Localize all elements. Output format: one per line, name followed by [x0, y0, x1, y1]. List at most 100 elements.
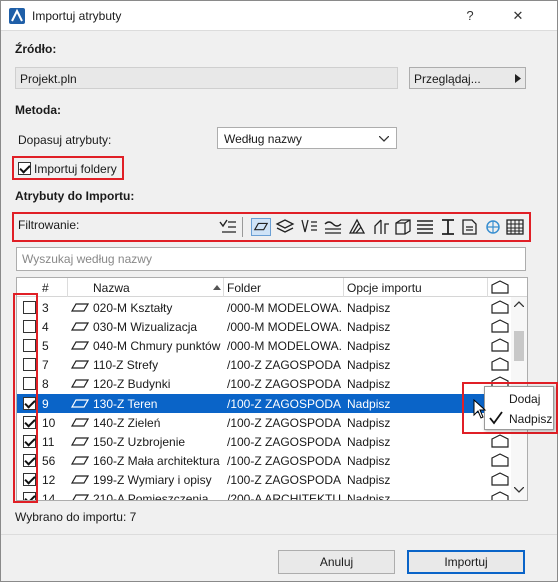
menu-item-dodaj[interactable]: Dodaj	[485, 389, 553, 409]
row-import-option[interactable]: Nadpisz	[347, 416, 390, 430]
row-import-option[interactable]: Nadpisz	[347, 339, 390, 353]
row-number: 14	[42, 492, 56, 501]
select-all-filter-icon[interactable]	[218, 218, 238, 236]
import-button-label: Importuj	[444, 555, 488, 569]
column-number[interactable]: #	[42, 281, 49, 295]
layers-filter-icon[interactable]	[275, 218, 295, 236]
row-name: 199-Z Wymiary i opisy	[93, 472, 212, 487]
markup-styles-filter-icon[interactable]	[460, 218, 480, 236]
search-placeholder: Wyszukaj według nazwy	[22, 252, 152, 266]
help-button[interactable]: ?	[459, 5, 481, 27]
import-option-icon[interactable]	[491, 453, 509, 467]
row-name: 130-Z Teren	[93, 396, 158, 411]
row-number: 3	[42, 301, 49, 315]
column-folder[interactable]: Folder	[227, 281, 261, 295]
line-types-filter-icon[interactable]	[323, 218, 343, 236]
row-import-option[interactable]: Nadpisz	[347, 301, 390, 315]
table-row[interactable]: 12 199-Z Wymiary i opisy/100-Z ZAGOSPODA.…	[17, 470, 511, 489]
table-row[interactable]: 7 110-Z Strefy/100-Z ZAGOSPODA... Nadpisz	[17, 355, 511, 374]
mep-systems-filter-icon[interactable]	[505, 218, 525, 236]
attributes-to-import-label: Atrybuty do Importu:	[15, 189, 135, 203]
scroll-up-icon[interactable]	[514, 301, 524, 307]
row-number: 9	[42, 396, 49, 411]
table-row[interactable]: 11 150-Z Uzbrojenie/100-Z ZAGOSPODA... Nad…	[17, 432, 511, 451]
import-folders-checkbox[interactable]	[18, 162, 31, 175]
menu-item-nadpisz[interactable]: Nadpisz	[485, 409, 553, 429]
source-label: Źródło:	[15, 42, 57, 56]
row-name: 120-Z Budynki	[93, 377, 171, 392]
table-row[interactable]: 3 020-M Kształty/000-M MODELOWA... Nadpisz	[17, 298, 511, 317]
row-number: 4	[42, 320, 49, 335]
layer-icon	[71, 322, 89, 331]
row-import-option[interactable]: Nadpisz	[347, 473, 390, 487]
layer-icon	[72, 494, 89, 500]
filter-label: Filtrowanie:	[18, 218, 80, 232]
row-number: 11	[42, 434, 55, 449]
match-attributes-value: Według nazwy	[224, 132, 302, 146]
layer-icon	[71, 341, 89, 350]
row-name: 150-Z Uzbrojenie	[93, 434, 186, 449]
building-materials-filter-icon[interactable]	[415, 218, 435, 236]
row-folder: /100-Z ZAGOSPODA...	[227, 453, 341, 468]
import-option-icon[interactable]	[491, 338, 509, 352]
scrollbar-thumb[interactable]	[514, 331, 524, 361]
column-name[interactable]: Nazwa	[93, 281, 130, 295]
column-import-options[interactable]: Opcje importu	[347, 281, 422, 295]
row-folder: /100-Z ZAGOSPODA...	[227, 434, 341, 449]
archicad-app-icon	[9, 8, 25, 24]
close-button[interactable]: ✕	[507, 5, 529, 27]
import-option-icon[interactable]	[491, 434, 509, 448]
row-number: 5	[42, 339, 49, 354]
table-header: # Nazwa Folder Opcje importu	[17, 278, 527, 297]
row-folder: /000-M MODELOWA...	[227, 301, 341, 315]
table-row[interactable]: 8 120-Z Budynki/100-Z ZAGOSPODA... Nadpisz	[17, 374, 511, 393]
search-input[interactable]: Wyszukaj według nazwy	[16, 247, 526, 271]
layer-icon	[71, 398, 89, 408]
row-folder: /100-Z ZAGOSPODA...	[227, 358, 341, 373]
table-row[interactable]: 4 030-M Wizualizacja/000-M MODELOWA... Nad…	[17, 317, 511, 336]
row-number: 10	[42, 415, 56, 430]
row-import-option[interactable]: Nadpisz	[347, 358, 390, 372]
row-import-option[interactable]: Nadpisz	[347, 397, 390, 411]
import-button[interactable]: Importuj	[407, 550, 525, 574]
import-option-icon[interactable]	[491, 357, 509, 371]
cancel-button-label: Anuluj	[319, 555, 354, 569]
cancel-button[interactable]: Anuluj	[278, 550, 395, 574]
layer-icon	[71, 303, 89, 312]
import-option-icon[interactable]	[491, 300, 509, 314]
attributes-table: # Nazwa Folder Opcje importu 3 020-M Kszt…	[16, 277, 528, 501]
row-import-option[interactable]: Nadpisz	[347, 492, 390, 500]
operation-profiles-filter-icon[interactable]	[483, 218, 503, 236]
import-attributes-dialog: Importuj atrybuty ? ✕ Źródło: Projekt.pl…	[0, 0, 558, 582]
row-name: 020-M Kształty	[93, 301, 173, 315]
pens-filter-icon[interactable]	[299, 218, 319, 236]
layer-icon	[71, 475, 89, 484]
layer-icon	[71, 360, 89, 369]
table-row[interactable]: 9 130-Z Teren/100-Z ZAGOSPODA... Nadpisz	[17, 393, 511, 413]
import-option-icon[interactable]	[491, 491, 509, 501]
import-option-icon[interactable]	[491, 472, 509, 486]
row-import-option[interactable]: Nadpisz	[347, 320, 390, 334]
table-row[interactable]: 5 040-M Chmury punktów/000-M MODELOWA... N…	[17, 336, 511, 355]
import-option-icon[interactable]	[491, 319, 509, 333]
selected-count-text: Wybrano do importu: 7	[15, 510, 137, 524]
zones-filter-icon[interactable]	[438, 218, 458, 236]
match-attributes-select[interactable]: Według nazwy	[217, 127, 397, 149]
row-import-option[interactable]: Nadpisz	[347, 435, 390, 449]
surfaces-filter-icon[interactable]	[251, 218, 271, 236]
scroll-down-icon[interactable]	[514, 487, 524, 493]
source-path-field: Projekt.pln	[15, 67, 398, 89]
row-name: 110-Z Strefy	[93, 358, 159, 373]
table-row[interactable]: 56 160-Z Mała architektura/100-Z ZAGOSPOD…	[17, 451, 511, 470]
fill-types-filter-icon[interactable]	[347, 218, 367, 236]
layer-icon	[71, 417, 89, 427]
composites-filter-icon[interactable]	[371, 218, 391, 236]
row-number: 12	[42, 472, 56, 487]
browse-button[interactable]: Przeglądaj...	[409, 67, 526, 89]
row-import-option[interactable]: Nadpisz	[347, 454, 390, 468]
row-import-option[interactable]: Nadpisz	[347, 377, 390, 391]
table-row[interactable]: 10 140-Z Zieleń/100-Z ZAGOSPODA... Nadpisz	[17, 413, 511, 432]
table-row[interactable]: 14 210-A Pomieszczenia/200-A ARCHITEKTURA…	[17, 489, 511, 501]
profiles-filter-icon[interactable]	[393, 218, 413, 236]
row-folder: /100-Z ZAGOSPODA...	[227, 396, 341, 411]
